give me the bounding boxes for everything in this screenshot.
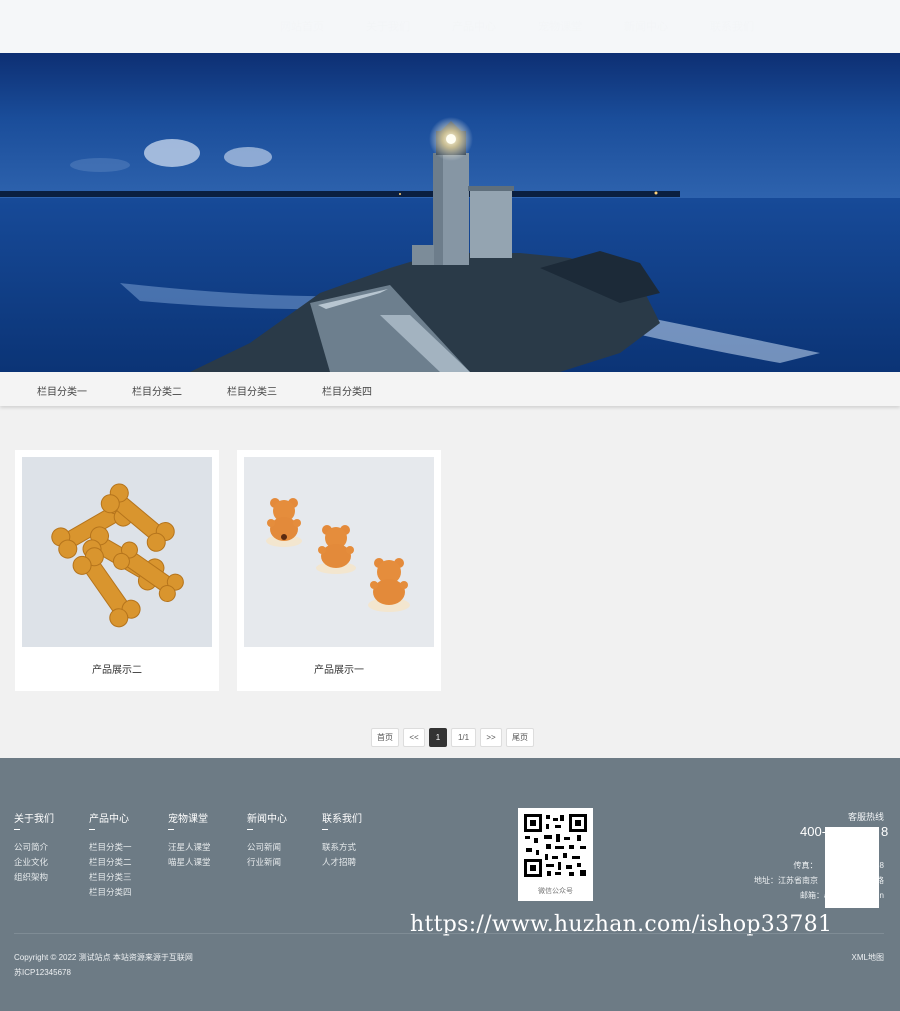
hotline-label: 客服热线 — [847, 812, 884, 822]
footer-divider — [14, 933, 884, 934]
footer-column-title: 新闻中心 — [247, 814, 287, 825]
title-underline — [168, 829, 174, 830]
footer-link[interactable]: 栏目分类三 — [89, 870, 132, 885]
nav-item-products[interactable]: 产品中心 — [452, 18, 496, 34]
subnav-item-category-4[interactable]: 栏目分类四 — [322, 383, 372, 398]
nav-item-pet-class[interactable]: 宠物课堂 — [538, 18, 582, 34]
lighthouse-banner-image — [0, 53, 900, 372]
floating-white-panel — [825, 827, 879, 908]
subnav-item-category-1[interactable]: 栏目分类一 — [37, 383, 87, 398]
qr-caption: 微信公众号 — [538, 888, 573, 895]
product-image-bone-biscuits[interactable] — [22, 457, 212, 647]
product-card[interactable]: 产品展示二 — [15, 450, 219, 691]
product-caption[interactable]: 产品展示二 — [15, 661, 219, 676]
product-image-bear-biscuits[interactable] — [244, 457, 434, 647]
footer-link[interactable]: 联系方式 — [322, 840, 362, 855]
prev-page-button[interactable]: << — [403, 728, 425, 747]
footer-link[interactable]: 组织架构 — [14, 870, 54, 885]
copyright-text: Copyright © 2022 测试站点 本站资源来源于互联网 — [14, 953, 193, 962]
footer-link[interactable]: 喵星人课堂 — [168, 855, 211, 870]
hero-banner — [0, 53, 900, 372]
footer-link[interactable]: 公司简介 — [14, 840, 54, 855]
subnav-item-category-2[interactable]: 栏目分类二 — [132, 383, 182, 398]
site-header: 网站首页 关于我们 产品中心 宠物课堂 新闻中心 联系我们 — [0, 0, 900, 53]
footer-column-pet-class: 宠物课堂 汪星人课堂 喵星人课堂 — [168, 810, 211, 870]
page-count: 1/1 — [451, 728, 476, 747]
footer-link[interactable]: 栏目分类一 — [89, 840, 132, 855]
qr-code-icon — [522, 812, 589, 879]
title-underline — [14, 829, 20, 830]
footer-column-title: 关于我们 — [14, 814, 54, 825]
footer-column-title: 宠物课堂 — [168, 814, 208, 825]
wechat-qr-block: 微信公众号 — [518, 808, 593, 901]
product-caption[interactable]: 产品展示一 — [237, 661, 441, 676]
subnav-item-category-3[interactable]: 栏目分类三 — [227, 383, 277, 398]
footer-link[interactable]: 栏目分类二 — [89, 855, 132, 870]
nav-item-news[interactable]: 新闻中心 — [624, 18, 668, 34]
nav-item-contact[interactable]: 联系我们 — [710, 18, 754, 34]
xml-sitemap-link[interactable]: XML地图 — [852, 952, 884, 963]
footer-column-contact: 联系我们 联系方式 人才招聘 — [322, 810, 362, 870]
title-underline — [247, 829, 253, 830]
footer-link[interactable]: 汪星人课堂 — [168, 840, 211, 855]
footer-link[interactable]: 栏目分类四 — [89, 885, 132, 900]
pagination: 首页 << 1 1/1 >> 尾页 — [371, 728, 534, 747]
title-underline — [89, 829, 95, 830]
nav-item-home[interactable]: 网站首页 — [280, 18, 324, 34]
footer-link[interactable]: 企业文化 — [14, 855, 54, 870]
footer-link[interactable]: 人才招聘 — [322, 855, 362, 870]
footer-column-title: 产品中心 — [89, 814, 129, 825]
product-card[interactable]: 产品展示一 — [237, 450, 441, 691]
footer-column-about: 关于我们 公司简介 企业文化 组织架构 — [14, 810, 54, 885]
next-page-button[interactable]: >> — [480, 728, 502, 747]
title-underline — [322, 829, 328, 830]
first-page-button[interactable]: 首页 — [371, 728, 399, 747]
main-nav: 网站首页 关于我们 产品中心 宠物课堂 新闻中心 联系我们 — [280, 18, 754, 34]
icp-text[interactable]: 苏ICP12345678 — [14, 967, 71, 978]
last-page-button[interactable]: 尾页 — [506, 728, 534, 747]
footer-column-news: 新闻中心 公司新闻 行业新闻 — [247, 810, 287, 870]
footer-link[interactable]: 行业新闻 — [247, 855, 287, 870]
nav-item-about[interactable]: 关于我们 — [366, 18, 410, 34]
footer-column-products: 产品中心 栏目分类一 栏目分类二 栏目分类三 栏目分类四 — [89, 810, 132, 900]
footer-column-title: 联系我们 — [322, 814, 362, 825]
current-page-button[interactable]: 1 — [429, 728, 447, 747]
category-subnav: 栏目分类一 栏目分类二 栏目分类三 栏目分类四 — [0, 372, 900, 406]
site-footer: 关于我们 公司简介 企业文化 组织架构 产品中心 栏目分类一 栏目分类二 栏目分… — [0, 758, 900, 1011]
footer-link[interactable]: 公司新闻 — [247, 840, 287, 855]
